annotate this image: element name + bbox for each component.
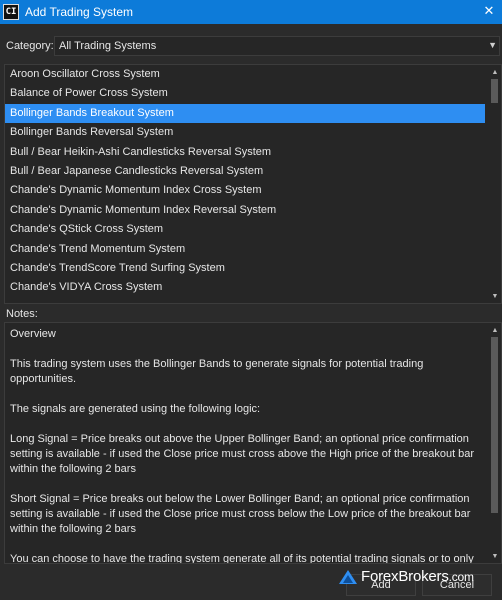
scroll-down-icon[interactable]: ▼: [489, 550, 501, 562]
notes-paragraph: Overview: [10, 328, 56, 340]
category-dropdown[interactable]: All Trading Systems ▼: [54, 36, 500, 56]
notes-paragraph: Long Signal = Price breaks out above the…: [10, 433, 475, 475]
watermark-brand: ForexBrokers: [361, 568, 449, 585]
scroll-thumb[interactable]: [491, 79, 498, 103]
list-item[interactable]: Chande's QStick Cross System: [5, 220, 485, 239]
scroll-up-icon[interactable]: ▲: [489, 66, 501, 78]
list-item[interactable]: Bollinger Bands Reversal System: [5, 123, 485, 142]
list-item[interactable]: Chande's TrendScore Trend Surfing System: [5, 259, 485, 278]
notes-paragraph: Short Signal = Price breaks out below th…: [10, 493, 471, 535]
list-item[interactable]: Chande's Trend Momentum System: [5, 240, 485, 259]
notes-panel: Overview This trading system uses the Bol…: [4, 322, 502, 564]
list-item[interactable]: Chande's Dynamic Momentum Index Reversal…: [5, 201, 485, 220]
list-item[interactable]: Chande's Dynamic Momentum Index Cross Sy…: [5, 181, 485, 200]
trading-system-list[interactable]: Aroon Oscillator Cross System Balance of …: [4, 64, 502, 304]
category-label: Category:: [6, 40, 54, 52]
forexbrokers-logo-icon: [339, 569, 357, 584]
window-title: Add Trading System: [25, 5, 134, 19]
notes-scrollbar[interactable]: ▲ ▼: [489, 323, 501, 563]
list-item[interactable]: Chande's VIDYA Cross System: [5, 278, 485, 297]
app-icon: CI: [3, 4, 19, 20]
close-icon[interactable]: ✕: [480, 2, 498, 20]
notes-paragraph: This trading system uses the Bollinger B…: [10, 358, 424, 385]
list-scrollbar[interactable]: ▲ ▼: [489, 65, 501, 303]
category-value: All Trading Systems: [59, 40, 157, 52]
notes-paragraph: You can choose to have the trading syste…: [10, 553, 474, 564]
scroll-up-icon[interactable]: ▲: [489, 324, 501, 336]
chevron-down-icon: ▼: [488, 40, 497, 50]
title-bar: CI Add Trading System ✕: [0, 0, 502, 24]
notes-text: Overview This trading system uses the Bol…: [10, 327, 480, 564]
watermark-suffix: .com: [448, 569, 474, 584]
scroll-down-icon[interactable]: ▼: [489, 290, 501, 302]
forexbrokers-watermark: ForexBrokers .com: [339, 568, 474, 585]
notes-paragraph: The signals are generated using the foll…: [10, 403, 261, 415]
list-item[interactable]: Aroon Oscillator Cross System: [5, 65, 485, 84]
list-item[interactable]: Balance of Power Cross System: [5, 84, 485, 103]
list-item[interactable]: Bull / Bear Japanese Candlesticks Revers…: [5, 162, 485, 181]
list-item[interactable]: Bull / Bear Heikin-Ashi Candlesticks Rev…: [5, 143, 485, 162]
scroll-thumb[interactable]: [491, 337, 498, 513]
list-item[interactable]: Bollinger Bands Breakout System: [5, 103, 485, 124]
notes-label: Notes:: [6, 308, 38, 320]
